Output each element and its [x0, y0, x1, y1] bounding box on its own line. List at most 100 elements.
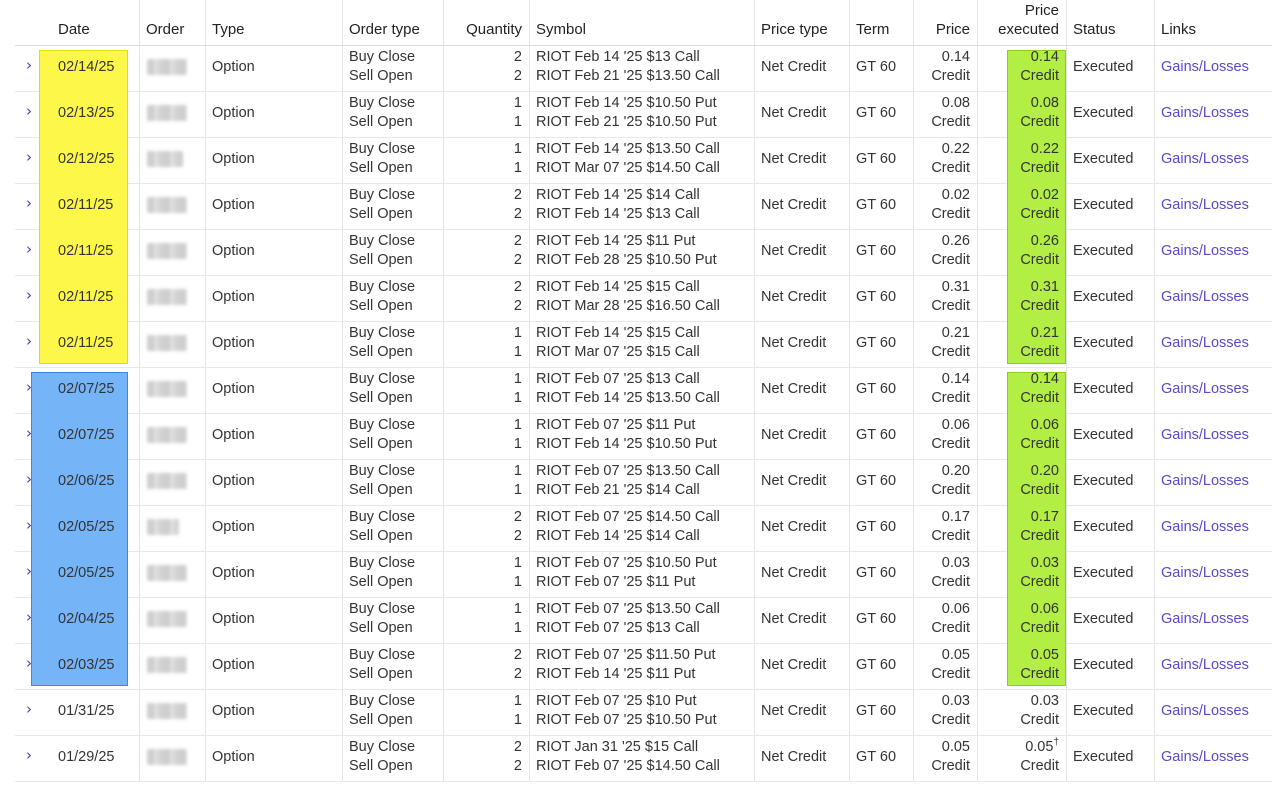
- gains-losses-link[interactable]: Gains/Losses: [1161, 564, 1249, 582]
- price-executed-number: 0.06: [1030, 601, 1059, 617]
- date-cell: 02/05/25: [58, 519, 115, 535]
- order-type-leg1: Buy Close: [349, 463, 416, 479]
- date-cell: 02/11/25: [58, 335, 114, 351]
- gains-losses-link[interactable]: Gains/Losses: [1161, 242, 1249, 260]
- type-cell: Option: [212, 335, 255, 351]
- header-quantity[interactable]: Quantity: [466, 21, 522, 39]
- expand-row-chevron-icon[interactable]: ›: [26, 470, 32, 488]
- header-term[interactable]: Term: [856, 21, 889, 39]
- gains-losses-link[interactable]: Gains/Losses: [1161, 472, 1249, 490]
- type-cell: Option: [212, 243, 255, 259]
- expand-row-chevron-icon[interactable]: ›: [26, 332, 32, 350]
- expand-row-chevron-icon[interactable]: ›: [26, 700, 32, 718]
- gains-losses-link[interactable]: Gains/Losses: [1161, 380, 1249, 398]
- gains-losses-link[interactable]: Gains/Losses: [1161, 104, 1249, 122]
- price-executed-value: 0.14: [1031, 370, 1059, 388]
- gains-losses-link[interactable]: Gains/Losses: [1161, 426, 1249, 444]
- quantity-leg2: 2: [513, 758, 522, 774]
- price-type-cell: Net Credit: [761, 197, 827, 213]
- header-price-executed-line2[interactable]: executed: [998, 21, 1059, 39]
- grid-line: [849, 0, 850, 781]
- expand-row-chevron-icon[interactable]: ›: [26, 746, 32, 764]
- header-status[interactable]: Status: [1073, 21, 1116, 39]
- expand-row-chevron-icon[interactable]: ›: [26, 654, 32, 672]
- header-price-executed-line1[interactable]: Price: [1025, 2, 1059, 20]
- symbol-leg1: RIOT Feb 14 '25 $11 Put: [536, 233, 696, 249]
- symbol-leg2: RIOT Feb 14 '25 $10.50 Put: [536, 436, 717, 452]
- gains-losses-link[interactable]: Gains/Losses: [1161, 288, 1249, 306]
- expand-row-chevron-icon[interactable]: ›: [26, 562, 32, 580]
- price-unit: Credit: [931, 68, 970, 84]
- price-type-cell: Net Credit: [761, 151, 827, 167]
- expand-row-chevron-icon[interactable]: ›: [26, 608, 32, 626]
- header-order-type[interactable]: Order type: [349, 21, 420, 39]
- expand-row-chevron-icon[interactable]: ›: [26, 194, 32, 212]
- expand-row-chevron-icon[interactable]: ›: [26, 240, 32, 258]
- price-executed-unit: Credit: [1020, 666, 1059, 682]
- expand-row-chevron-icon[interactable]: ›: [26, 286, 32, 304]
- symbol-leg1: RIOT Feb 14 '25 $13 Call: [536, 49, 700, 65]
- type-cell: Option: [212, 565, 255, 581]
- order-type-leg1: Buy Close: [349, 371, 416, 387]
- gains-losses-link[interactable]: Gains/Losses: [1161, 610, 1249, 628]
- header-links[interactable]: Links: [1161, 21, 1196, 39]
- order-type-leg1: Buy Close: [349, 693, 416, 709]
- quantity-leg2: 2: [513, 298, 522, 314]
- expand-row-chevron-icon[interactable]: ›: [26, 102, 32, 120]
- header-price-type[interactable]: Price type: [761, 21, 828, 39]
- date-cell: 02/04/25: [58, 611, 115, 627]
- price-executed-value: 0.08: [1031, 94, 1059, 112]
- expand-row-chevron-icon[interactable]: ›: [26, 378, 32, 396]
- price-executed-value: 0.05: [1031, 646, 1059, 664]
- term-cell: GT 60: [856, 59, 897, 75]
- quantity-leg2: 1: [513, 482, 522, 498]
- price-type-cell: Net Credit: [761, 519, 827, 535]
- quantity-leg2: 1: [513, 344, 522, 360]
- redacted-order-number: [147, 243, 187, 259]
- gains-losses-link[interactable]: Gains/Losses: [1161, 150, 1249, 168]
- price-executed-value: 0.20: [1031, 462, 1059, 480]
- price-unit: Credit: [931, 620, 970, 636]
- gains-losses-link[interactable]: Gains/Losses: [1161, 58, 1249, 76]
- symbol-leg1: RIOT Feb 07 '25 $10.50 Put: [536, 555, 717, 571]
- price-executed-value: 0.21: [1031, 324, 1059, 342]
- quantity-leg1: 2: [513, 279, 522, 295]
- symbol-leg2: RIOT Feb 14 '25 $11 Put: [536, 666, 696, 682]
- expand-row-chevron-icon[interactable]: ›: [26, 516, 32, 534]
- price-type-cell: Net Credit: [761, 749, 827, 765]
- type-cell: Option: [212, 381, 255, 397]
- gains-losses-link[interactable]: Gains/Losses: [1161, 656, 1249, 674]
- header-type[interactable]: Type: [212, 21, 245, 39]
- price-value: 0.05: [941, 739, 970, 755]
- price-value: 0.14: [941, 371, 970, 387]
- header-date[interactable]: Date: [58, 21, 90, 39]
- price-executed-unit: Credit: [1020, 758, 1059, 774]
- expand-row-chevron-icon[interactable]: ›: [26, 56, 32, 74]
- order-type-leg2: Sell Open: [349, 68, 413, 84]
- header-symbol[interactable]: Symbol: [536, 21, 586, 39]
- gains-losses-link[interactable]: Gains/Losses: [1161, 518, 1249, 536]
- price-value: 0.03: [941, 555, 970, 571]
- price-value: 0.20: [941, 463, 970, 479]
- price-executed-value: 0.17: [1031, 508, 1059, 526]
- expand-row-chevron-icon[interactable]: ›: [26, 148, 32, 166]
- order-type-leg2: Sell Open: [349, 206, 413, 222]
- order-type-leg1: Buy Close: [349, 601, 416, 617]
- gains-losses-link[interactable]: Gains/Losses: [1161, 748, 1249, 766]
- gains-losses-link[interactable]: Gains/Losses: [1161, 196, 1249, 214]
- header-price[interactable]: Price: [936, 21, 970, 39]
- grid-line: [15, 137, 1272, 138]
- gains-losses-link[interactable]: Gains/Losses: [1161, 334, 1249, 352]
- order-type-leg1: Buy Close: [349, 647, 416, 663]
- order-type-leg1: Buy Close: [349, 187, 416, 203]
- price-value: 0.14: [941, 49, 970, 65]
- header-order[interactable]: Order: [146, 21, 184, 39]
- type-cell: Option: [212, 105, 255, 121]
- order-type-leg2: Sell Open: [349, 390, 413, 406]
- redacted-order-number: [147, 105, 187, 121]
- gains-losses-link[interactable]: Gains/Losses: [1161, 702, 1249, 720]
- grid-line: [205, 0, 206, 781]
- expand-row-chevron-icon[interactable]: ›: [26, 424, 32, 442]
- type-cell: Option: [212, 197, 255, 213]
- price-executed-number: 0.08: [1030, 95, 1059, 111]
